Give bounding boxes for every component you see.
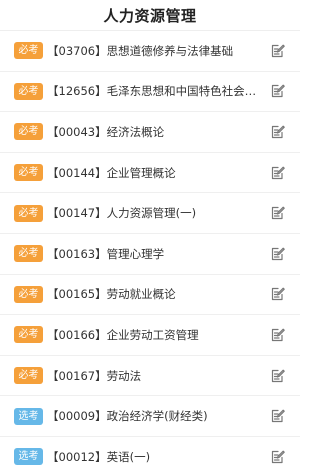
edit-note-icon[interactable]	[269, 326, 286, 343]
exam-type-badge: 必考	[14, 245, 43, 263]
exam-type-badge: 必考	[14, 204, 43, 222]
app-screen: 人力资源管理 必考 【03706】思想道德修养与法律基础 必考 【12656】毛…	[0, 0, 300, 465]
course-row[interactable]: 选考 【00012】英语(一)	[0, 436, 300, 465]
course-row[interactable]: 必考 【00144】企业管理概论	[0, 152, 300, 194]
course-name: 【00163】管理心理学	[47, 246, 165, 261]
edit-note-icon[interactable]	[269, 123, 286, 140]
course-row[interactable]: 必考 【00147】人力资源管理(一)	[0, 193, 300, 234]
course-list: 必考 【03706】思想道德修养与法律基础 必考 【12656】毛泽东思想和中国…	[0, 31, 300, 465]
exam-type-badge: 必考	[14, 285, 43, 303]
page-title: 人力资源管理	[103, 6, 197, 25]
course-name: 【12656】毛泽东思想和中国特色社会主义理论体系概论	[47, 84, 269, 99]
course-name: 【00166】企业劳动工资管理	[47, 327, 199, 342]
exam-type-badge: 必考	[14, 326, 43, 344]
page-header: 人力资源管理	[0, 0, 300, 31]
edit-note-icon[interactable]	[269, 286, 286, 303]
edit-note-icon[interactable]	[269, 408, 286, 425]
course-name: 【00009】政治经济学(财经类)	[47, 409, 208, 424]
exam-type-badge: 必考	[14, 42, 43, 60]
edit-note-icon[interactable]	[269, 205, 286, 222]
course-name: 【00165】劳动就业概论	[47, 287, 176, 302]
course-name: 【00167】劳动法	[47, 368, 142, 383]
course-row[interactable]: 必考 【12656】毛泽东思想和中国特色社会主义理论体系概论	[0, 71, 300, 113]
exam-type-badge: 必考	[14, 367, 43, 385]
exam-type-badge: 必考	[14, 123, 43, 141]
course-name: 【00043】经济法概论	[47, 124, 165, 139]
course-row[interactable]: 选考 【00009】政治经济学(财经类)	[0, 396, 300, 437]
course-row[interactable]: 必考 【00163】管理心理学	[0, 233, 300, 275]
edit-note-icon[interactable]	[269, 448, 286, 465]
edit-note-icon[interactable]	[269, 42, 286, 59]
course-row[interactable]: 必考 【00165】劳动就业概论	[0, 274, 300, 316]
exam-type-badge: 必考	[14, 82, 43, 100]
course-name: 【00144】企业管理概论	[47, 165, 176, 180]
course-name: 【00147】人力资源管理(一)	[47, 206, 197, 221]
course-name: 【03706】思想道德修养与法律基础	[47, 43, 234, 58]
course-row[interactable]: 必考 【00167】劳动法	[0, 355, 300, 397]
exam-type-badge: 选考	[14, 448, 43, 465]
edit-note-icon[interactable]	[269, 245, 286, 262]
exam-type-badge: 必考	[14, 164, 43, 182]
exam-type-badge: 选考	[14, 407, 43, 425]
edit-note-icon[interactable]	[269, 164, 286, 181]
edit-note-icon[interactable]	[269, 83, 286, 100]
course-name: 【00012】英语(一)	[47, 449, 151, 464]
edit-note-icon[interactable]	[269, 367, 286, 384]
course-row[interactable]: 必考 【00043】经济法概论	[0, 112, 300, 153]
course-row[interactable]: 必考 【00166】企业劳动工资管理	[0, 315, 300, 356]
course-row[interactable]: 必考 【03706】思想道德修养与法律基础	[0, 31, 300, 72]
